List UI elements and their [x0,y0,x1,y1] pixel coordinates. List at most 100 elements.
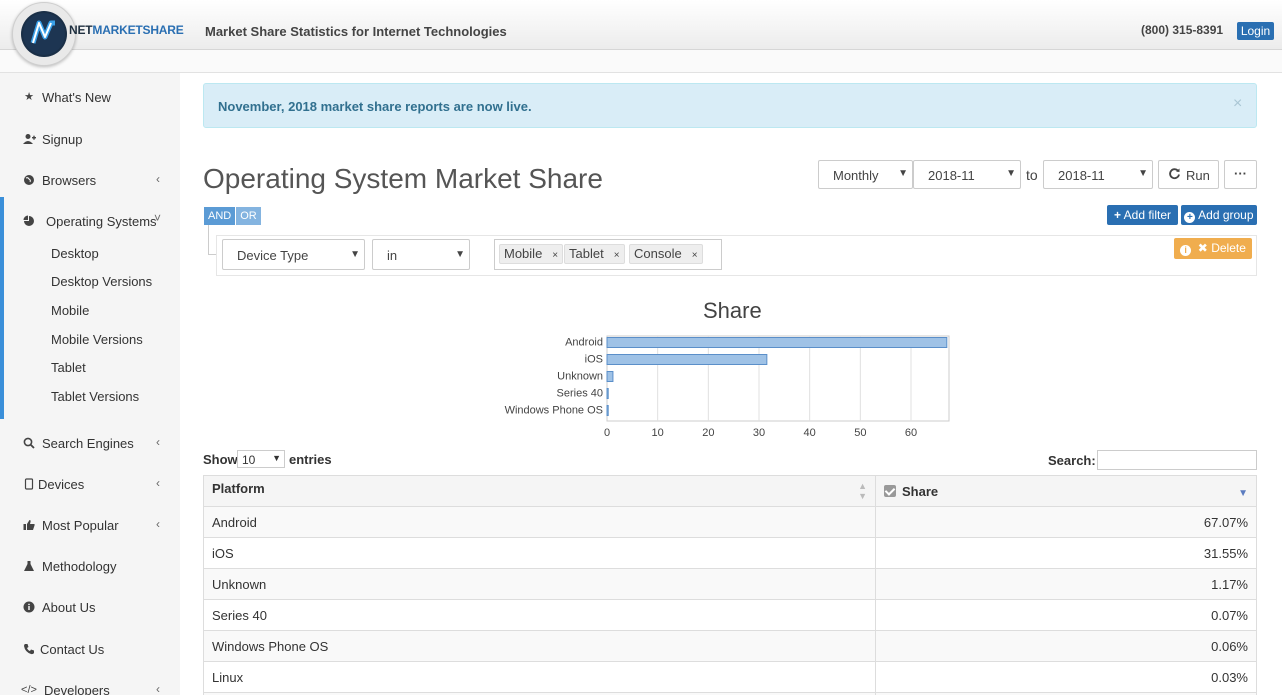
to-date-select[interactable]: 2018-11 ▼ [1043,160,1153,189]
sidebar-item-contact-us[interactable]: Contact Us [0,629,180,665]
sidebar-item-methodology[interactable]: Methodology [0,546,180,582]
run-button[interactable]: Run [1158,160,1219,189]
checkbox-icon[interactable] [884,484,896,497]
flask-icon [23,560,35,572]
field-select[interactable]: Device Type ▼ [222,239,365,270]
platform-cell: Unknown [203,568,876,600]
login-button[interactable]: Login [1237,22,1274,40]
tag-console[interactable]: Console × [629,244,703,264]
chart-x-tick-label: 20 [702,427,714,439]
more-options-button[interactable]: ··· [1224,160,1257,189]
sidebar-item-devices[interactable]: Devices ‹ [0,464,180,500]
chart-x-tick-label: 10 [652,427,664,439]
chevron-left-icon: ‹ [156,435,160,449]
column-header-share[interactable]: Share ▼ [875,475,1257,507]
tag-tablet[interactable]: Tablet × [564,244,625,264]
chart-category-label: iOS [585,354,603,366]
sidebar-item-browsers[interactable]: Browsers ‹ [0,160,180,196]
plus-circle-icon: + [1184,212,1196,223]
and-button[interactable]: AND [204,207,236,225]
tag-label: Mobile [504,246,543,261]
table-row: iOS 31.55% [203,537,1257,569]
chevron-left-icon: ‹ [156,682,160,695]
chart-bar [606,371,614,382]
column-header-platform[interactable]: Platform ▲ ▼ [203,475,876,507]
table-search-input[interactable] [1097,450,1257,470]
operator-value: in [387,248,398,263]
logo-icon [23,13,65,55]
sidebar-item-developers[interactable]: </> Developers ‹ [0,670,180,695]
remove-tag-icon[interactable]: × [552,250,558,261]
add-user-icon [23,133,36,145]
value-tags-input[interactable]: Mobile × Tablet × Console × [494,239,722,270]
caret-down-icon: ▼ [1006,168,1016,179]
platform-cell: Series 40 [203,599,876,631]
filter-rule: Device Type ▼ in ▼ Mobile × Tablet × Conso… [216,235,1257,276]
search-icon [23,437,35,449]
sidebar-item-about-us[interactable]: About Us [0,587,180,623]
sidebar-item-signup[interactable]: Signup [0,119,180,155]
sidebar-item-whats-new[interactable]: ★ What's New [0,77,180,113]
column-label: Share [902,483,939,499]
sidebar-item-most-popular[interactable]: Most Popular ‹ [0,505,180,541]
sidebar-item-label: What's New [42,90,111,105]
field-value: Device Type [237,248,309,263]
remove-tag-icon[interactable]: × [692,250,698,261]
chart-x-tick-label: 30 [753,427,765,439]
operator-select[interactable]: in ▼ [372,239,470,270]
table-row: Unknown 1.17% [203,568,1257,600]
chevron-left-icon: ‹ [156,476,160,490]
sidebar-subitem-tablet[interactable]: Tablet [51,360,86,375]
chart-category-label: Series 40 [557,388,603,400]
sidebar-subitem-desktop-versions[interactable]: Desktop Versions [51,274,152,289]
sidebar-item-operating-systems[interactable]: Operating Systems ˅ [0,201,180,237]
chart-x-tick-label: 50 [854,427,866,439]
chevron-left-icon: ‹ [156,517,160,531]
top-header [0,0,1282,50]
and-or-toggle[interactable]: AND OR [204,207,261,225]
chart-bar [606,337,948,348]
sidebar-subitem-mobile-versions[interactable]: Mobile Versions [51,332,143,347]
sidebar-subitem-mobile[interactable]: Mobile [51,303,89,318]
pie-chart-icon [23,215,35,227]
delete-label: Delete [1211,241,1246,255]
chart-plot-area [606,335,950,422]
table-row: Series 40 0.07% [203,599,1257,631]
sidebar-item-search-engines[interactable]: Search Engines ‹ [0,423,180,459]
period-select[interactable]: Monthly ▼ [818,160,913,189]
info-alert: November, 2018 market share reports are … [203,83,1257,128]
add-filter-button[interactable]: + Add filter [1107,205,1178,225]
sidebar-subitem-tablet-versions[interactable]: Tablet Versions [51,389,139,404]
tag-mobile[interactable]: Mobile × [499,244,564,264]
from-date-select[interactable]: 2018-11 ▼ [913,160,1021,189]
tablet-icon [23,478,35,490]
delete-rule-button[interactable]: i ✖ Delete [1174,238,1252,259]
page-title: Operating System Market Share [203,163,603,194]
remove-tag-icon[interactable]: × [614,250,620,261]
sidebar-item-label: Methodology [42,559,117,574]
table-header-row: Platform ▲ ▼ Share ▼ [203,475,1257,507]
sidebar-subitem-desktop[interactable]: Desktop [51,246,99,261]
caret-down-icon: ▼ [1138,168,1148,179]
tag-label: Tablet [569,246,604,261]
chart-x-tick-label: 60 [905,427,917,439]
or-button[interactable]: OR [236,207,261,225]
logo[interactable] [12,2,76,66]
table-row: Windows Phone OS 0.06% [203,630,1257,662]
sidebar-item-label: Contact Us [40,642,105,657]
query-builder: AND OR Device Type ▼ in ▼ Mobile × Tablet ×… [203,205,1257,277]
sidebar-item-label: Operating Systems [46,214,157,229]
chart-x-tick-label: 0 [604,427,610,439]
share-cell: 0.03% [875,661,1257,693]
share-table: Platform ▲ ▼ Share ▼ Android 67.07% iOS 31.55… [203,475,1257,695]
table-row: Linux 0.03% [203,661,1257,693]
close-icon[interactable]: × [1233,95,1242,113]
brand-name[interactable]: NETMARKETSHARE [69,23,184,37]
sidebar-item-label: Browsers [42,173,97,188]
tag-label: Console [634,246,682,261]
chart-bar [606,405,609,416]
search-label: Search: [1048,453,1096,468]
entries-select[interactable]: 10 ▼ [237,450,285,468]
add-group-button[interactable]: + Add group [1181,205,1257,225]
close-icon: ✖ [1197,241,1208,255]
